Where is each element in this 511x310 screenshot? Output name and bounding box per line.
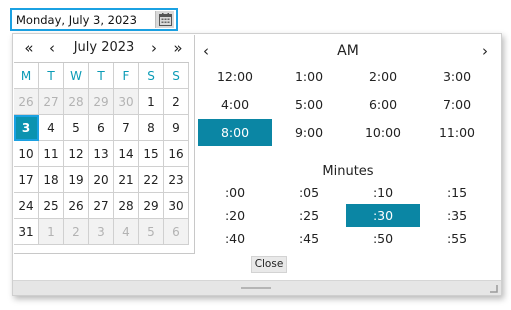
date-input-value[interactable]: Monday, July 3, 2023 [16, 12, 137, 28]
minute-option[interactable]: :25 [272, 204, 346, 227]
calendar-grid: M T W T F S S 26 27 28 29 30 1 2 3 4 5 6 7 8 9 10 11 12 13 14 15 16… [14, 62, 189, 245]
minute-option[interactable]: :10 [346, 181, 420, 204]
hour-option[interactable]: 5:00 [272, 90, 346, 118]
minutes-grid: :00:05:10:15 :20:25:30:35 :40:45:50:55 [198, 181, 494, 250]
hour-option[interactable]: 12:00 [198, 62, 272, 90]
calendar-day[interactable]: 11 [39, 141, 64, 167]
calendar-day[interactable]: 27 [39, 89, 64, 115]
minute-option[interactable]: :20 [198, 204, 272, 227]
minute-option[interactable]: :15 [420, 181, 494, 204]
calendar-day[interactable]: 23 [164, 167, 189, 193]
calendar-day[interactable]: 15 [139, 141, 164, 167]
minute-option[interactable]: :45 [272, 227, 346, 250]
calendar-day[interactable]: 2 [64, 219, 89, 245]
calendar-day[interactable]: 1 [139, 89, 164, 115]
minute-option[interactable]: :00 [198, 181, 272, 204]
calendar-day[interactable]: 18 [39, 167, 64, 193]
calendar-panel: « ‹ July 2023 › » M T W T F S S 26 27 28 29 30 1 2 3 4 5… [14, 35, 195, 254]
hours-grid: 12:00 1:00 2:00 3:00 4:00 5:00 6:00 7:00 8:00 9:0… [198, 62, 494, 146]
calendar-day[interactable]: 30 [114, 89, 139, 115]
hour-option[interactable]: 9:00 [272, 118, 346, 146]
calendar-day[interactable]: 1 [39, 219, 64, 245]
weekday-header: T [89, 63, 114, 89]
hour-option[interactable]: 11:00 [420, 118, 494, 146]
minute-option[interactable]: :35 [420, 204, 494, 227]
calendar-day[interactable]: 5 [64, 115, 89, 141]
hour-option[interactable]: 6:00 [346, 90, 420, 118]
weekday-header: F [114, 63, 139, 89]
calendar-icon [158, 13, 172, 26]
calendar-day[interactable]: 28 [64, 89, 89, 115]
hour-option[interactable]: 1:00 [272, 62, 346, 90]
calendar-day[interactable]: 10 [14, 141, 39, 167]
calendar-day[interactable]: 21 [114, 167, 139, 193]
calendar-day[interactable]: 29 [139, 193, 164, 219]
calendar-day[interactable]: 5 [139, 219, 164, 245]
calendar-day[interactable]: 28 [114, 193, 139, 219]
hour-option[interactable]: 3:00 [420, 62, 494, 90]
popup-footer [13, 280, 501, 295]
resize-grip-icon[interactable] [489, 284, 498, 293]
hour-option[interactable]: 7:00 [420, 90, 494, 118]
calendar-day[interactable]: 12 [64, 141, 89, 167]
calendar-day[interactable]: 22 [139, 167, 164, 193]
minute-option[interactable]: :40 [198, 227, 272, 250]
calendar-day[interactable]: 27 [89, 193, 114, 219]
prev-year-button[interactable]: « [20, 39, 38, 57]
weekday-header: W [64, 63, 89, 89]
weekday-header: S [164, 63, 189, 89]
minute-option[interactable]: :55 [420, 227, 494, 250]
hour-option-selected[interactable]: 8:00 [198, 119, 272, 146]
period-label[interactable]: AM [196, 42, 500, 60]
weekday-header: M [14, 63, 39, 89]
calendar-day[interactable]: 7 [114, 115, 139, 141]
next-year-button[interactable]: » [169, 39, 187, 57]
calendar-day[interactable]: 6 [89, 115, 114, 141]
calendar-day[interactable]: 4 [114, 219, 139, 245]
calendar-day[interactable]: 26 [64, 193, 89, 219]
minute-option[interactable]: :50 [346, 227, 420, 250]
calendar-header: « ‹ July 2023 › » [14, 35, 194, 61]
calendar-day[interactable]: 8 [139, 115, 164, 141]
prev-month-button[interactable]: ‹ [43, 39, 61, 57]
calendar-day[interactable]: 16 [164, 141, 189, 167]
calendar-day[interactable]: 4 [39, 115, 64, 141]
calendar-day[interactable]: 13 [89, 141, 114, 167]
calendar-day[interactable]: 24 [14, 193, 39, 219]
calendar-day[interactable]: 30 [164, 193, 189, 219]
weekday-header: T [39, 63, 64, 89]
time-panel: ‹ AM › 12:00 1:00 2:00 3:00 4:00 5:00 6:00 7:00… [196, 35, 500, 280]
calendar-day[interactable]: 2 [164, 89, 189, 115]
calendar-day[interactable]: 6 [164, 219, 189, 245]
calendar-day[interactable]: 3 [89, 219, 114, 245]
calendar-day[interactable]: 9 [164, 115, 189, 141]
hour-option[interactable]: 4:00 [198, 90, 272, 118]
datetime-picker-popup: « ‹ July 2023 › » M T W T F S S 26 27 28 29 30 1 2 3 4 5… [12, 33, 502, 296]
date-input[interactable]: Monday, July 3, 2023 [10, 8, 178, 31]
time-next-button[interactable]: › [482, 42, 488, 60]
minutes-title: Minutes [322, 164, 374, 179]
calendar-day[interactable]: 20 [89, 167, 114, 193]
next-month-button[interactable]: › [145, 39, 163, 57]
month-title[interactable]: July 2023 [64, 39, 144, 57]
calendar-day[interactable]: 26 [14, 89, 39, 115]
minute-option-selected[interactable]: :30 [346, 204, 420, 227]
calendar-day[interactable]: 17 [14, 167, 39, 193]
hour-option[interactable]: 10:00 [346, 118, 420, 146]
weekday-header: S [139, 63, 164, 89]
calendar-day[interactable]: 25 [39, 193, 64, 219]
calendar-day[interactable]: 31 [14, 219, 39, 245]
calendar-toggle-button[interactable] [155, 11, 174, 28]
minute-option[interactable]: :05 [272, 181, 346, 204]
calendar-day-selected[interactable]: 3 [14, 115, 39, 141]
close-button[interactable]: Close [251, 256, 287, 273]
resize-handle-bar[interactable] [241, 287, 271, 289]
calendar-day[interactable]: 14 [114, 141, 139, 167]
hour-option[interactable]: 2:00 [346, 62, 420, 90]
calendar-day[interactable]: 19 [64, 167, 89, 193]
calendar-day[interactable]: 29 [89, 89, 114, 115]
